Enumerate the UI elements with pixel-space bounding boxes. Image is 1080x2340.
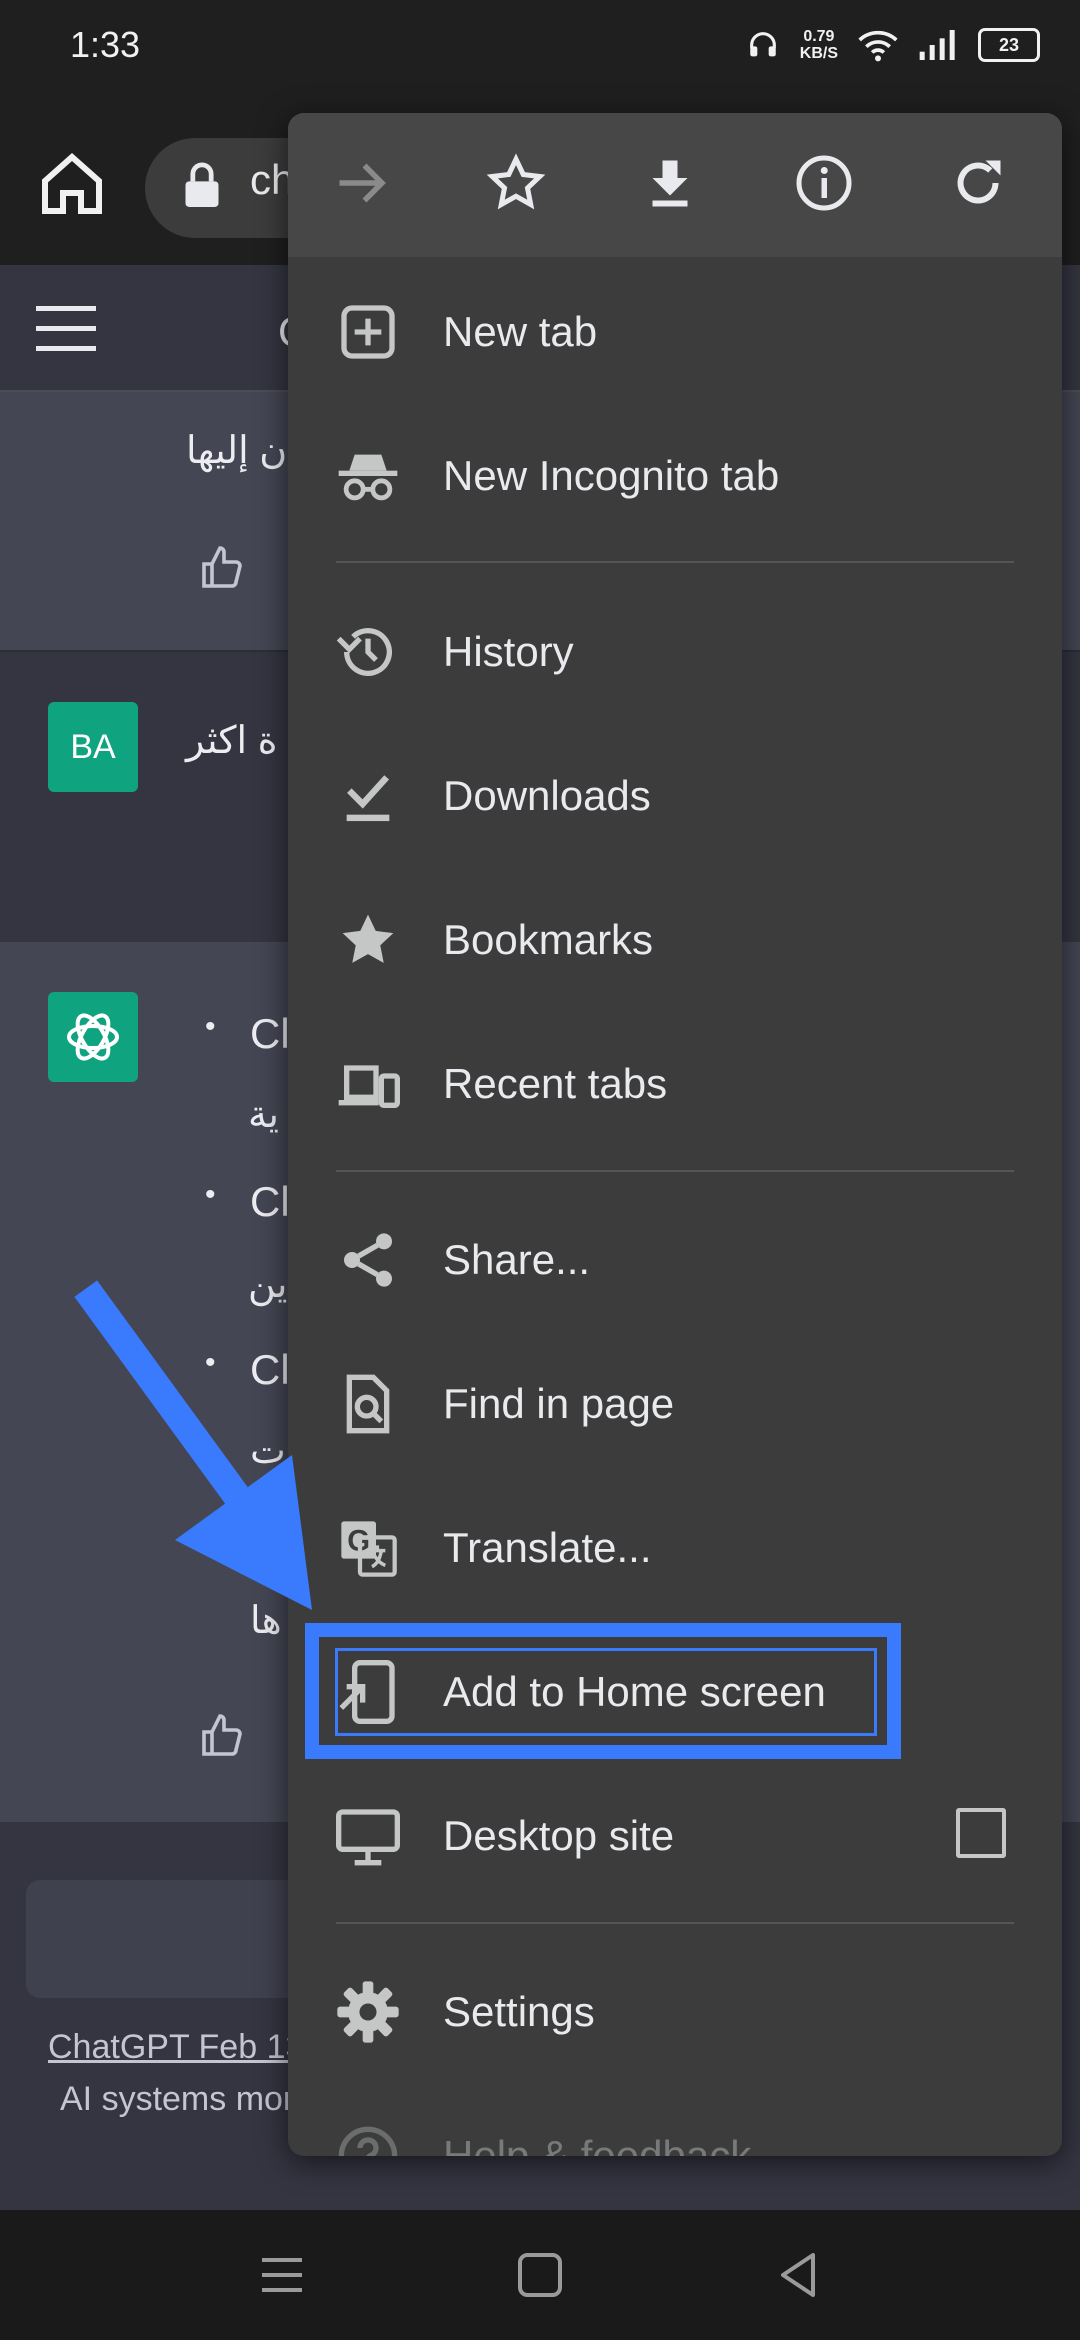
download-icon[interactable]: [640, 153, 700, 213]
openai-logo-icon: [67, 1013, 119, 1061]
plus-box-icon: [341, 305, 395, 359]
menu-action-bar: [288, 113, 1062, 257]
forward-icon[interactable]: [332, 153, 392, 213]
menu-item-recent-tabs[interactable]: Recent tabs: [288, 1010, 1062, 1154]
home-icon[interactable]: [36, 148, 108, 220]
menu-item-share[interactable]: Share...: [288, 1186, 1062, 1330]
history-icon: [336, 628, 392, 677]
menu-item-label: Desktop site: [443, 1812, 675, 1859]
menu-item-history[interactable]: History: [288, 578, 1062, 722]
menu-divider: [336, 561, 1014, 563]
menu-item-label: Downloads: [443, 772, 651, 819]
info-icon[interactable]: [794, 153, 854, 213]
find-in-page-icon: [346, 1374, 390, 1434]
share-icon: [344, 1233, 392, 1287]
menu-item-bookmarks[interactable]: Bookmarks: [288, 866, 1062, 1010]
status-time: 1:33: [70, 24, 141, 65]
status-icons: 0.79 KB/S 23: [746, 28, 1040, 62]
menu-item-label: Translate...: [443, 1524, 652, 1571]
recents-icon[interactable]: [252, 2245, 312, 2305]
gear-icon: [337, 1981, 399, 2043]
message-text: ة اكثر: [186, 720, 278, 762]
headphones-icon: [749, 32, 776, 57]
menu-item-label: History: [443, 628, 574, 675]
desktop-icon: [336, 1809, 400, 1866]
menu-item-label: Settings: [443, 1988, 595, 2035]
menu-item-label: Bookmarks: [443, 916, 654, 963]
incognito-icon: [338, 454, 398, 501]
translate-icon: G: [341, 1521, 397, 1577]
menu-item-settings[interactable]: Settings: [288, 1938, 1062, 2082]
star-outline-icon[interactable]: [486, 153, 546, 213]
net-speed-value: 0.79: [803, 28, 835, 45]
signal-icon: [919, 30, 955, 60]
menu-item-find-in-page[interactable]: Find in page: [288, 1330, 1062, 1474]
menu-item-label: New Incognito tab: [443, 452, 780, 499]
menu-item-help-feedback[interactable]: Help & feedback: [288, 2082, 1062, 2156]
lock-icon: [185, 162, 219, 207]
downloads-icon: [346, 775, 390, 822]
highlight-frame-inner: [335, 1648, 877, 1736]
menu-divider: [336, 1170, 1014, 1172]
message-text: ن إليها: [186, 430, 288, 472]
menu-item-new-tab[interactable]: New tab: [288, 258, 1062, 402]
user-avatar: BA: [48, 702, 138, 792]
browser-overflow-menu: New tab New Incognito tab History Downlo…: [288, 113, 1062, 2156]
disclaimer-text: AI systems more: [60, 2080, 314, 2118]
net-speed: 0.79 KB/S: [800, 28, 838, 62]
menu-item-new-incognito-tab[interactable]: New Incognito tab: [288, 402, 1062, 546]
reload-icon[interactable]: [948, 153, 1008, 213]
chat-input[interactable]: [26, 1880, 326, 1998]
net-speed-unit: KB/S: [799, 45, 838, 62]
home-nav-icon[interactable]: [510, 2245, 570, 2305]
battery-icon: 23: [978, 28, 1040, 62]
menu-divider: [336, 1922, 1014, 1924]
menu-item-label: Share...: [443, 1236, 591, 1283]
menu-item-translate[interactable]: G Translate...: [288, 1474, 1062, 1618]
menu-item-label: New tab: [443, 308, 598, 355]
menu-item-desktop-site[interactable]: Desktop site: [288, 1762, 1062, 1906]
menu-item-label: Find in page: [443, 1380, 675, 1427]
bullet-text: Cl: [250, 1178, 290, 1225]
menu-item-downloads[interactable]: Downloads: [288, 722, 1062, 866]
help-icon: [338, 2126, 398, 2156]
thumbs-up-icon[interactable]: [198, 544, 246, 592]
bullet-text: Cl: [250, 1010, 290, 1057]
star-filled-icon: [342, 914, 394, 963]
wifi-icon: [858, 30, 898, 62]
bullet: •: [205, 1178, 216, 1211]
chatgpt-logo-icon: [48, 992, 138, 1082]
back-icon[interactable]: [768, 2245, 828, 2305]
menu-item-label: Help & feedback: [443, 2132, 752, 2156]
annotation-arrow-icon: [74, 1280, 312, 1610]
menu-item-label: Recent tabs: [443, 1060, 668, 1107]
bullet: •: [205, 1010, 216, 1043]
hamburger-menu-icon[interactable]: [36, 300, 96, 356]
bullet-rtl-text: ية: [248, 1094, 279, 1136]
version-link[interactable]: ChatGPT Feb 13: [48, 2028, 304, 2067]
devices-icon: [338, 1065, 400, 1108]
desktop-site-checkbox[interactable]: [956, 1808, 1006, 1858]
thumbs-up-icon[interactable]: [198, 1712, 246, 1760]
